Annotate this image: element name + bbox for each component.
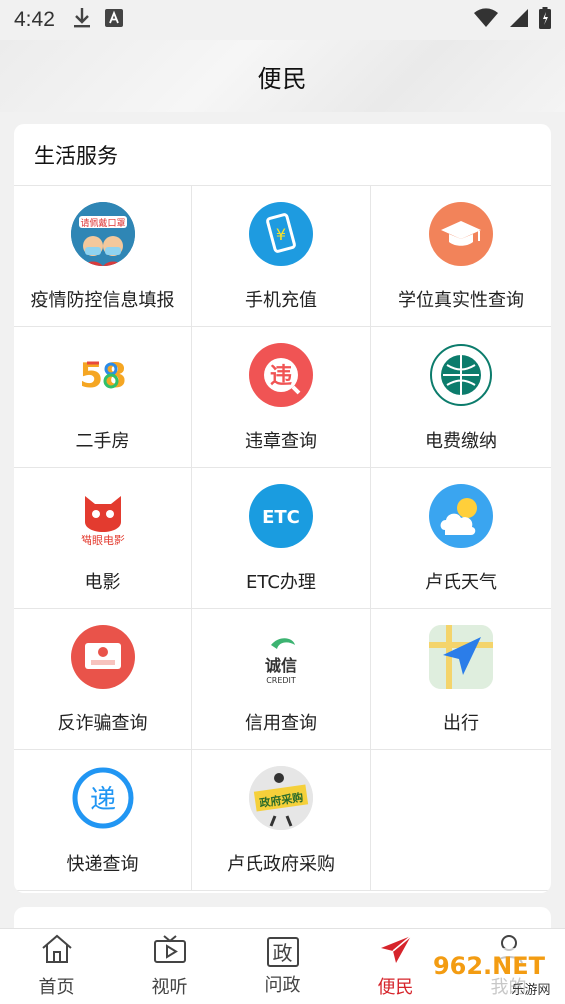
service-label: 电费缴纳 [425,431,497,452]
zheng-glyph: 政 [272,941,293,965]
service-movie[interactable]: 猫眼电影 电影 [14,468,192,609]
violation-icon: 违 [249,343,313,407]
service-label: 疫情防控信息填报 [30,290,175,311]
a-icon [104,8,123,32]
download-icon [73,7,91,34]
service-express-query[interactable]: 递 快递查询 [14,750,192,891]
maoyan-logo-text: 猫眼电影 [81,534,125,547]
service-label: 反诈骗查询 [57,713,148,734]
watermark-text: 962.NET [433,952,546,980]
etc-logo-text: ETC [262,507,300,528]
anti-fraud-icon [70,625,135,689]
mask-icon: 请佩戴口罩 [70,202,135,266]
service-violation-query[interactable]: 违 违章查询 [192,327,371,468]
service-credit-query[interactable]: 诚信 CREDIT 信用查询 [192,609,371,750]
watermark-logo: 962.NET 乐游网 [419,948,559,1000]
service-label: 卢氏政府采购 [227,854,335,875]
service-label: 手机充值 [245,290,317,311]
weather-icon [429,484,493,548]
signal-icon [509,8,529,33]
nav-label: 首页 [38,977,75,998]
services-grid: 请佩戴口罩 疫情防控信息填报 ¥ 手机充值 学位真实性查询 58 二手房 违 违… [14,186,551,891]
tv-icon [153,934,187,969]
battery-icon [539,6,551,34]
service-label: 信用查询 [245,713,317,734]
service-label: ETC办理 [246,572,316,593]
58-logo-text: 58 [79,356,126,396]
status-time: 4:42 [14,8,55,31]
service-second-hand-house[interactable]: 58 二手房 [14,327,192,468]
nav-home[interactable]: 首页 [0,929,113,1004]
credit-logo-text: 诚信 [265,656,297,675]
nav-label: 问政 [264,974,301,996]
status-bar: 4:42 [0,0,565,40]
service-epidemic-report[interactable]: 请佩戴口罩 疫情防控信息填报 [14,186,192,327]
state-grid-icon [429,343,493,407]
service-label: 出行 [443,713,479,734]
express-logo-text: 递 [89,785,115,815]
home-icon [40,934,74,969]
section-title: 生活服务 [14,124,551,186]
service-label: 违章查询 [245,431,317,452]
svg-text:¥: ¥ [276,225,286,244]
maoyan-icon: 猫眼电影 [70,484,135,548]
58-icon: 58 [70,343,135,407]
service-gov-purchase[interactable]: 政府采购 卢氏政府采购 [192,750,371,891]
send-icon [379,934,413,969]
page-title: 便民 [257,64,308,93]
express-icon: 递 [70,766,135,830]
service-label: 二手房 [75,431,130,452]
mask-badge-text: 请佩戴口罩 [80,217,125,229]
service-etc[interactable]: ETC ETC办理 [192,468,371,609]
service-label: 卢氏天气 [425,572,497,593]
service-weather[interactable]: 卢氏天气 [371,468,551,609]
service-anti-fraud[interactable]: 反诈骗查询 [14,609,192,750]
watermark-sub: 乐游网 [511,983,550,998]
credit-icon: 诚信 CREDIT [249,625,313,689]
navigation-icon [429,625,493,689]
service-phone-recharge[interactable]: ¥ 手机充值 [192,186,371,327]
service-travel[interactable]: 出行 [371,609,551,750]
service-label: 快递查询 [66,854,139,875]
etc-icon: ETC [249,484,313,548]
nav-politics[interactable]: 政 问政 [226,929,339,1004]
nav-label: 视听 [151,977,188,998]
life-services-card: 生活服务 请佩戴口罩 疫情防控信息填报 ¥ 手机充值 学位真实性查询 58 二手… [14,124,551,893]
service-electricity-bill[interactable]: 电费缴纳 [371,327,551,468]
nav-label: 便民 [377,977,414,998]
gov-purchase-icon: 政府采购 [249,766,313,830]
zheng-icon: 政 [266,936,299,967]
nav-audiovisual[interactable]: 视听 [113,929,226,1004]
service-degree-verify[interactable]: 学位真实性查询 [371,186,551,327]
graduation-cap-icon [429,202,493,266]
phone-recharge-icon: ¥ [249,202,313,266]
wifi-icon [473,7,499,33]
credit-logo-sub: CREDIT [266,676,296,685]
page-header: 便民 [0,40,565,112]
empty-cell [371,750,551,891]
service-label: 电影 [84,572,121,593]
service-label: 学位真实性查询 [398,290,524,311]
violation-logo-text: 违 [270,363,292,389]
